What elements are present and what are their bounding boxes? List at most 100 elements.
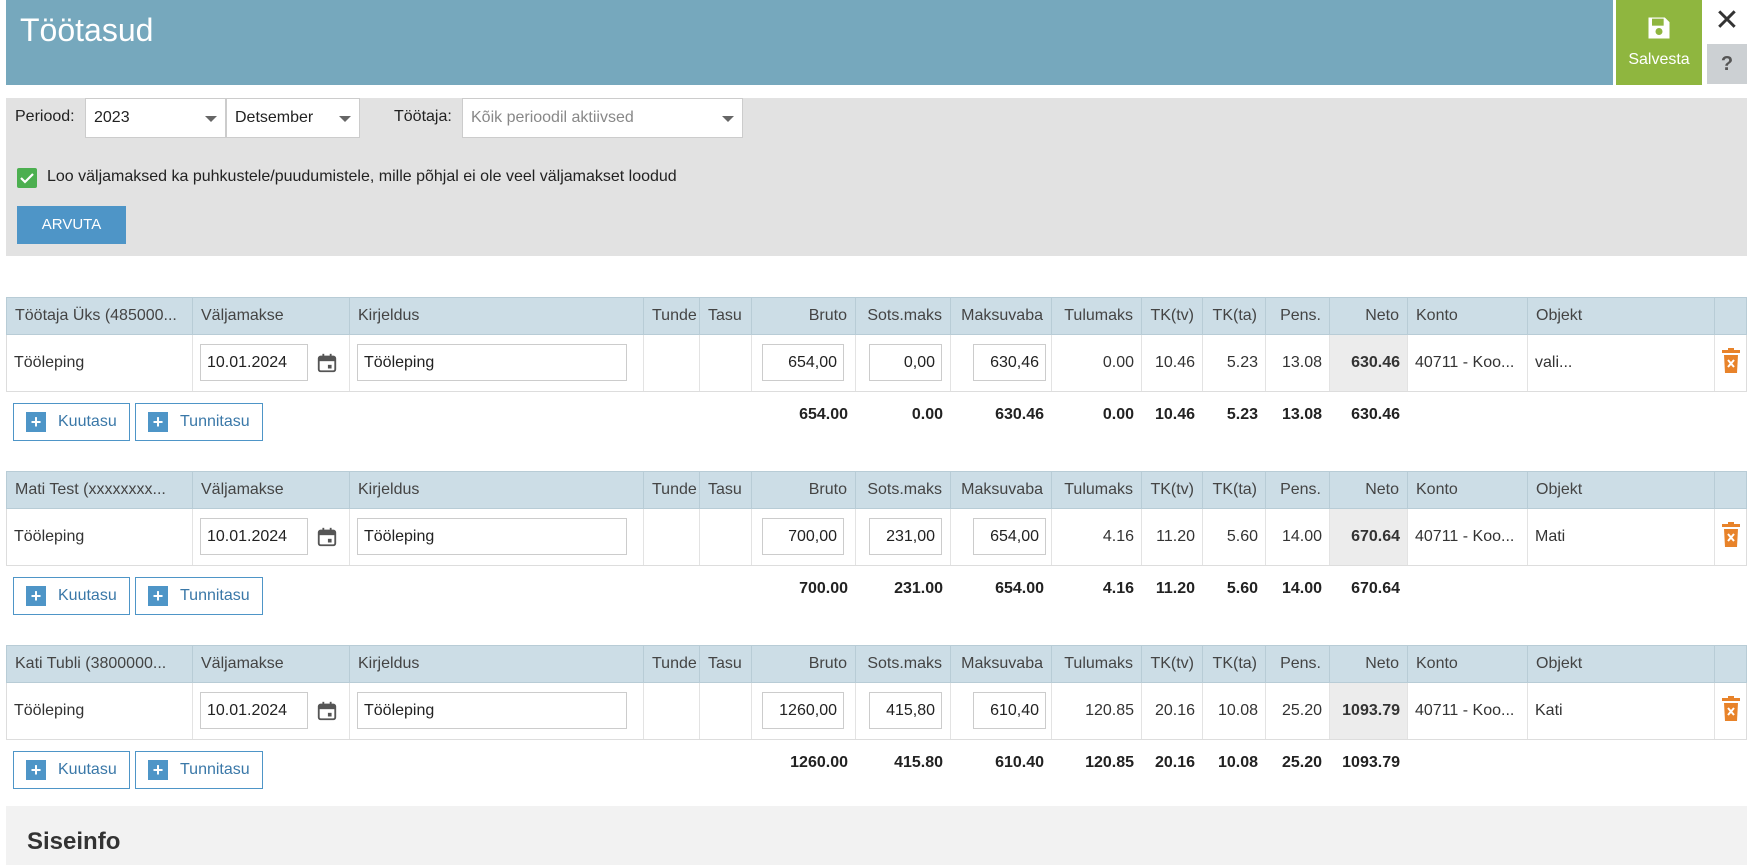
income-tax-value: 4.16 bbox=[1052, 509, 1142, 565]
add-monthly-button[interactable]: + Kuutasu bbox=[13, 577, 130, 615]
tax-free-input[interactable]: 630,46 bbox=[973, 344, 1046, 381]
description-input[interactable]: Tööleping bbox=[357, 692, 627, 729]
employee-header-row: Mati Test (xxxxxxxx... Väljamakse Kirjel… bbox=[6, 471, 1747, 509]
tax-free-cell: 610,40 bbox=[951, 683, 1052, 739]
payout-type-link[interactable]: Tööleping bbox=[7, 509, 193, 565]
col-social-tax: Sots.maks bbox=[856, 298, 951, 334]
plus-icon: + bbox=[26, 412, 46, 432]
col-income-tax: Tulumaks bbox=[1052, 298, 1142, 334]
employee-header-row: Kati Tubli (3800000... Väljamakse Kirjel… bbox=[6, 645, 1747, 683]
object-link[interactable]: Mati bbox=[1528, 509, 1715, 565]
add-hourly-button[interactable]: + Tunnitasu bbox=[135, 577, 263, 615]
payout-date-input[interactable]: 10.01.2024 bbox=[200, 344, 308, 381]
total-social-tax: 231.00 bbox=[894, 580, 943, 597]
calendar-icon[interactable] bbox=[316, 352, 338, 374]
tk-tv-value: 20.16 bbox=[1142, 683, 1203, 739]
income-tax-value: 120.85 bbox=[1052, 683, 1142, 739]
year-select[interactable]: 2023 bbox=[85, 98, 226, 138]
tax-free-input[interactable]: 654,00 bbox=[973, 518, 1046, 555]
delete-cell bbox=[1715, 335, 1748, 391]
tax-free-cell: 654,00 bbox=[951, 509, 1052, 565]
income-tax-value: 0.00 bbox=[1052, 335, 1142, 391]
employee-name[interactable]: Töötaja Üks (485000... bbox=[7, 298, 193, 334]
gross-cell: 654,00 bbox=[752, 335, 856, 391]
col-description: Kirjeldus bbox=[350, 298, 644, 334]
payout-date-input[interactable]: 10.01.2024 bbox=[200, 692, 308, 729]
object-link[interactable]: Kati bbox=[1528, 683, 1715, 739]
tk-tv-value: 11.20 bbox=[1142, 509, 1203, 565]
employee-header-row: Töötaja Üks (485000... Väljamakse Kirjel… bbox=[6, 297, 1747, 335]
col-gross: Bruto bbox=[752, 646, 856, 682]
create-payouts-checkbox[interactable] bbox=[17, 168, 37, 188]
page-header: Töötasud bbox=[6, 0, 1613, 85]
trash-icon[interactable] bbox=[1720, 348, 1742, 374]
col-account: Konto bbox=[1408, 472, 1528, 508]
object-link[interactable]: vali... bbox=[1528, 335, 1715, 391]
employee-select[interactable]: Kõik perioodil aktiivsed bbox=[462, 98, 743, 138]
col-net: Neto bbox=[1330, 646, 1408, 682]
tax-free-input[interactable]: 610,40 bbox=[973, 692, 1046, 729]
calendar-icon[interactable] bbox=[316, 700, 338, 722]
tk-ta-value: 5.60 bbox=[1203, 509, 1266, 565]
calculate-button[interactable]: ARVUTA bbox=[17, 206, 126, 244]
social-tax-input[interactable]: 0,00 bbox=[869, 344, 942, 381]
gross-input[interactable]: 1260,00 bbox=[762, 692, 844, 729]
total-tk-tv: 11.20 bbox=[1155, 580, 1195, 597]
trash-icon[interactable] bbox=[1720, 696, 1742, 722]
description-cell: Tööleping bbox=[350, 683, 644, 739]
col-pension: Pens. bbox=[1266, 646, 1330, 682]
trash-icon[interactable] bbox=[1720, 522, 1742, 548]
plus-icon: + bbox=[148, 412, 168, 432]
account-link[interactable]: 40711 - Koo... bbox=[1408, 509, 1528, 565]
col-tax-free: Maksuvaba bbox=[951, 646, 1052, 682]
payout-type-link[interactable]: Tööleping bbox=[7, 683, 193, 739]
calendar-icon[interactable] bbox=[316, 526, 338, 548]
col-payout: Väljamakse bbox=[193, 472, 350, 508]
gross-input[interactable]: 654,00 bbox=[762, 344, 844, 381]
add-monthly-button[interactable]: + Kuutasu bbox=[13, 751, 130, 789]
payout-date-input[interactable]: 10.01.2024 bbox=[200, 518, 308, 555]
total-income-tax: 0.00 bbox=[1102, 406, 1134, 423]
add-hourly-button[interactable]: + Tunnitasu bbox=[135, 403, 263, 441]
rate-cell bbox=[700, 509, 752, 565]
help-button[interactable]: ? bbox=[1707, 44, 1747, 84]
gross-input[interactable]: 700,00 bbox=[762, 518, 844, 555]
payout-type-link[interactable]: Tööleping bbox=[7, 335, 193, 391]
description-input[interactable]: Tööleping bbox=[357, 344, 627, 381]
delete-cell bbox=[1715, 509, 1748, 565]
employee-name[interactable]: Kati Tubli (3800000... bbox=[7, 646, 193, 682]
description-input[interactable]: Tööleping bbox=[357, 518, 627, 555]
month-select[interactable]: Detsember bbox=[226, 98, 360, 138]
delete-cell bbox=[1715, 683, 1748, 739]
col-social-tax: Sots.maks bbox=[856, 646, 951, 682]
social-tax-input[interactable]: 415,80 bbox=[869, 692, 942, 729]
total-tax-free: 654.00 bbox=[995, 580, 1044, 597]
total-net: 1093.79 bbox=[1342, 754, 1400, 771]
col-object: Objekt bbox=[1528, 646, 1715, 682]
tk-ta-value: 5.23 bbox=[1203, 335, 1266, 391]
checkmark-icon bbox=[20, 173, 34, 184]
social-tax-input[interactable]: 231,00 bbox=[869, 518, 942, 555]
employee-name[interactable]: Mati Test (xxxxxxxx... bbox=[7, 472, 193, 508]
col-tk-ta: TK(ta) bbox=[1203, 646, 1266, 682]
payout-date-cell: 10.01.2024 bbox=[193, 335, 350, 391]
account-link[interactable]: 40711 - Koo... bbox=[1408, 335, 1528, 391]
total-social-tax: 415.80 bbox=[894, 754, 943, 771]
plus-icon: + bbox=[26, 586, 46, 606]
col-social-tax: Sots.maks bbox=[856, 472, 951, 508]
pension-value: 14.00 bbox=[1266, 509, 1330, 565]
col-income-tax: Tulumaks bbox=[1052, 472, 1142, 508]
plus-icon: + bbox=[148, 586, 168, 606]
add-monthly-button[interactable]: + Kuutasu bbox=[13, 403, 130, 441]
employee-label: Töötaja: bbox=[394, 108, 452, 125]
total-gross: 654.00 bbox=[799, 406, 848, 423]
add-hourly-button[interactable]: + Tunnitasu bbox=[135, 751, 263, 789]
save-button[interactable]: Salvesta bbox=[1616, 0, 1702, 85]
total-tk-ta: 5.23 bbox=[1226, 406, 1258, 423]
add-monthly-label: Kuutasu bbox=[58, 587, 117, 604]
payout-row: Tööleping 10.01.2024 Tööleping 1260,00 4… bbox=[6, 683, 1747, 740]
account-link[interactable]: 40711 - Koo... bbox=[1408, 683, 1528, 739]
close-button[interactable]: ✕ bbox=[1707, 2, 1747, 40]
total-gross: 700.00 bbox=[799, 580, 848, 597]
page-title: Töötasud bbox=[20, 12, 154, 48]
